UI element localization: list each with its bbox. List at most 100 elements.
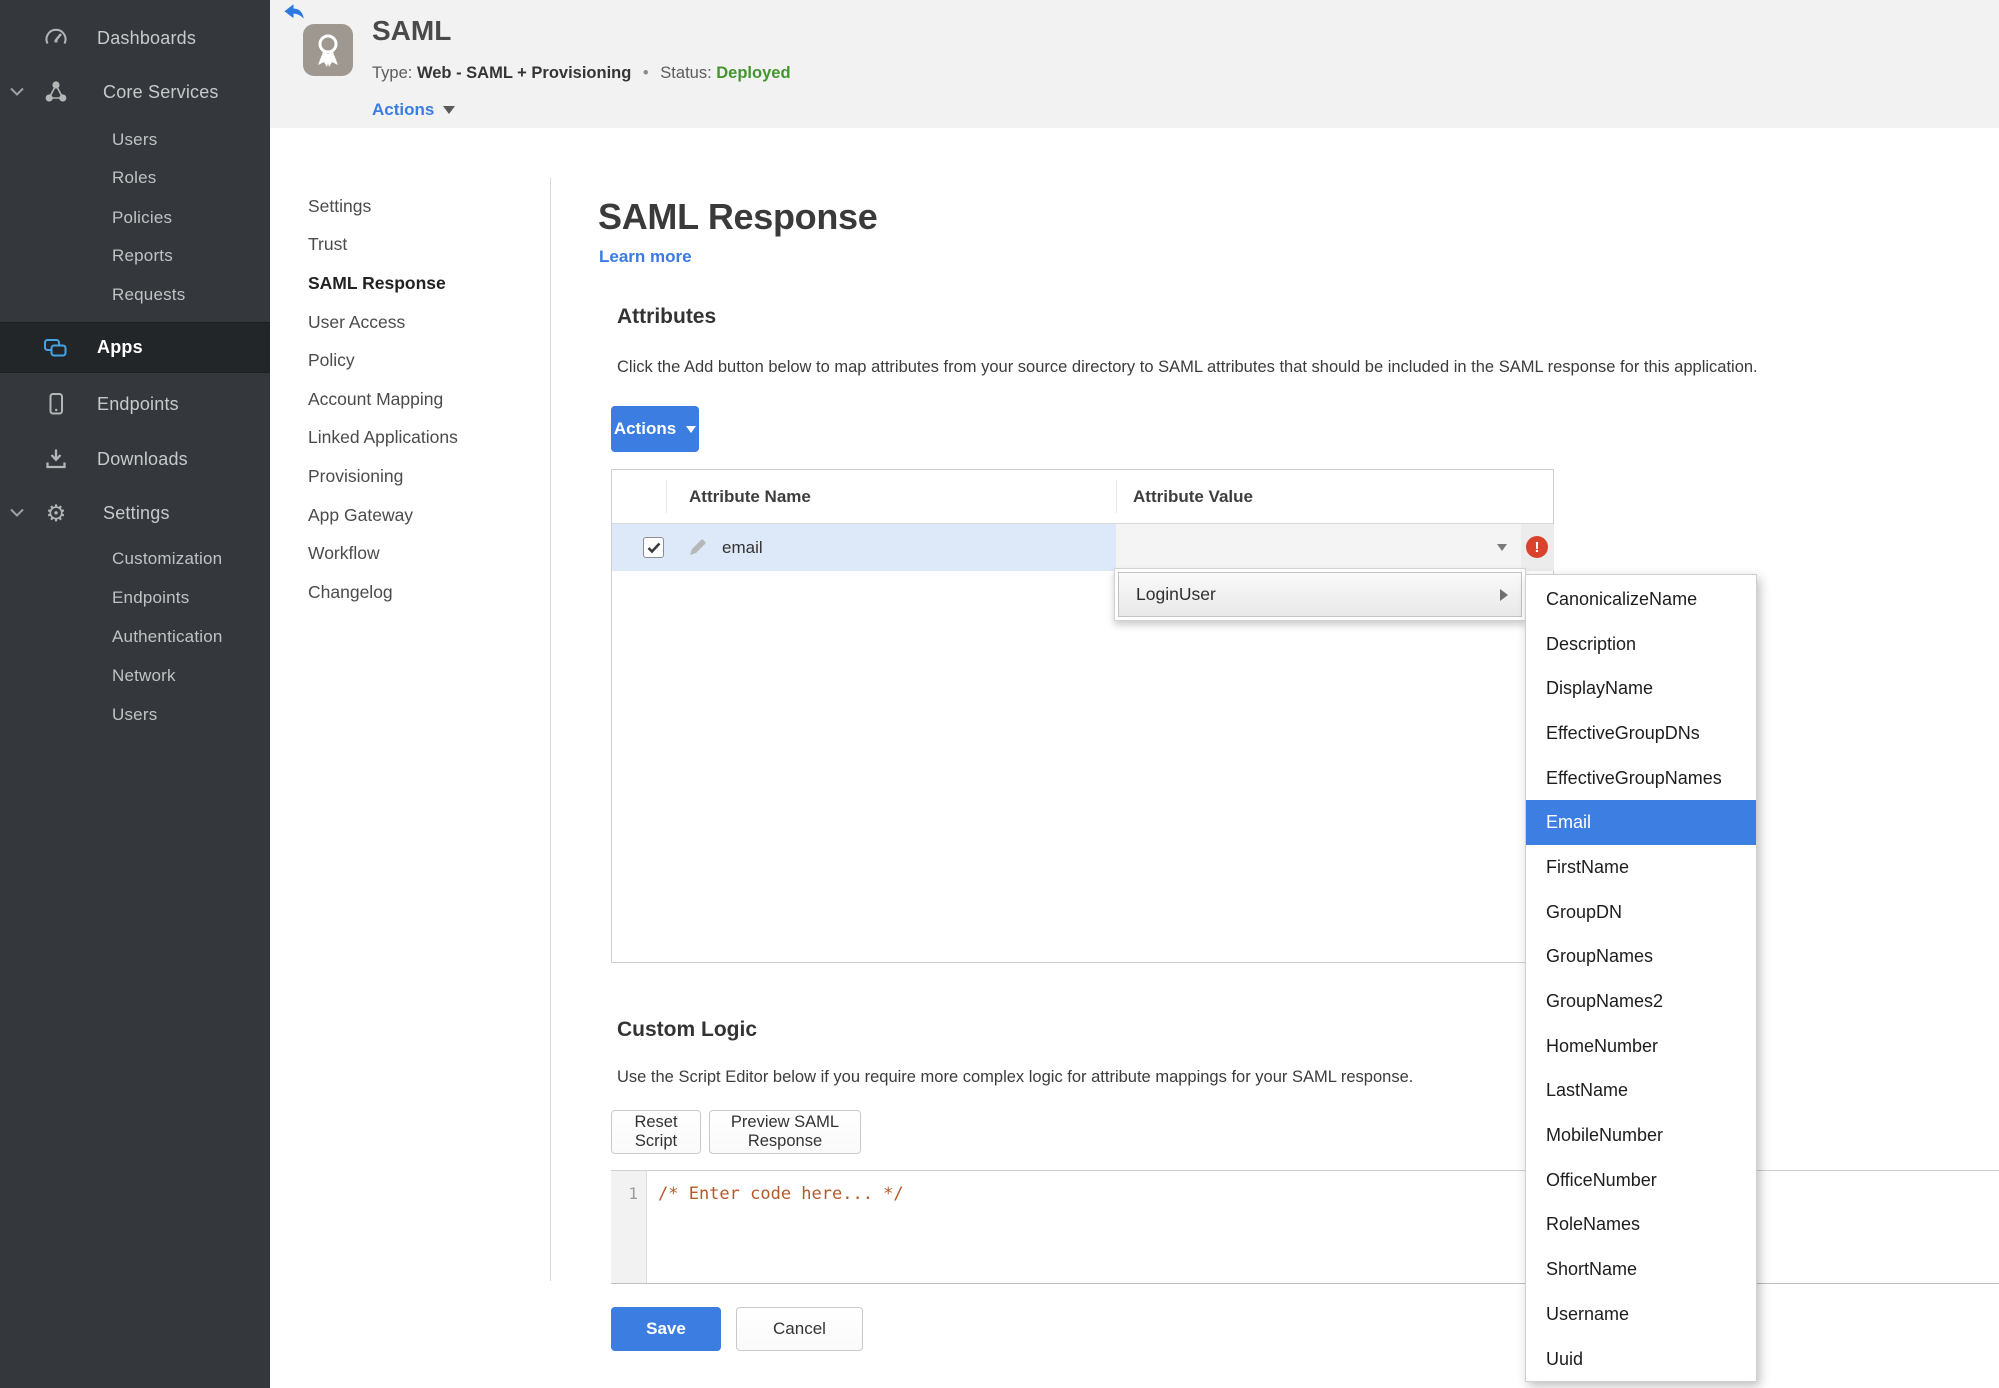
sidebar-item-label: Core Services bbox=[103, 81, 219, 102]
row-checkbox[interactable] bbox=[643, 537, 664, 558]
edit-pencil-icon[interactable] bbox=[688, 538, 707, 562]
sidebar-item-label: Customization bbox=[112, 549, 223, 568]
menu-option[interactable]: GroupNames2 bbox=[1526, 979, 1756, 1024]
sidebar-item-users-settings[interactable]: Users bbox=[0, 697, 270, 733]
menu-option[interactable]: EffectiveGroupDNs bbox=[1526, 711, 1756, 756]
back-arrow-icon[interactable] bbox=[284, 4, 306, 21]
sidebar-item-dashboards[interactable]: Dashboards bbox=[0, 20, 270, 56]
menu-option[interactable]: GroupNames bbox=[1526, 935, 1756, 980]
subnav-item[interactable]: Settings bbox=[308, 187, 538, 226]
menu-option[interactable]: EffectiveGroupNames bbox=[1526, 756, 1756, 801]
sidebar-item-policies[interactable]: Policies bbox=[0, 200, 270, 236]
column-header-attribute-name: Attribute Name bbox=[689, 486, 811, 506]
custom-logic-description: Use the Script Editor below if you requi… bbox=[617, 1068, 1414, 1086]
sidebar-item-label: Settings bbox=[103, 502, 170, 523]
subnav-item[interactable]: Workflow bbox=[308, 534, 538, 573]
header-actions-label: Actions bbox=[372, 100, 435, 119]
main-sidebar: Dashboards Core Services Users Roles Pol… bbox=[0, 0, 270, 1388]
subnav-item[interactable]: Linked Applications bbox=[308, 419, 538, 458]
app-header: SAML Type: Web - SAML + Provisioning • S… bbox=[270, 0, 1999, 128]
sidebar-item-label: Reports bbox=[112, 246, 173, 265]
sidebar-item-label: Users bbox=[112, 130, 158, 149]
attribute-options-submenu: CanonicalizeName Description DisplayName Ef… bbox=[1525, 574, 1757, 1382]
type-label: Type: bbox=[372, 64, 413, 82]
meta-separator: • bbox=[642, 64, 649, 82]
value-dropdown-menu: LoginUser bbox=[1114, 568, 1526, 621]
preview-saml-response-button[interactable]: Preview SAML Response bbox=[709, 1110, 861, 1154]
subnav-item[interactable]: Policy bbox=[308, 341, 538, 380]
reset-script-button[interactable]: Reset Script bbox=[611, 1110, 701, 1154]
subnav-item[interactable]: App Gateway bbox=[308, 496, 538, 535]
sidebar-item-customization[interactable]: Customization bbox=[0, 541, 270, 577]
sidebar-item-core-services[interactable]: Core Services bbox=[0, 74, 270, 110]
download-icon bbox=[42, 445, 70, 473]
subnav-item[interactable]: Trust bbox=[308, 226, 538, 265]
header-actions-menu[interactable]: Actions bbox=[372, 100, 456, 120]
menu-option[interactable]: GroupDN bbox=[1526, 890, 1756, 935]
app-title: SAML bbox=[372, 15, 452, 46]
sidebar-item-network[interactable]: Network bbox=[0, 658, 270, 694]
sidebar-item-downloads[interactable]: Downloads bbox=[0, 441, 270, 477]
editor-code[interactable]: /* Enter code here... */ bbox=[658, 1184, 904, 1204]
attribute-value-dropdown[interactable] bbox=[1116, 524, 1521, 571]
status-badge: Deployed bbox=[716, 64, 791, 82]
subnav-item[interactable]: Provisioning bbox=[308, 457, 538, 496]
menu-option[interactable]: HomeNumber bbox=[1526, 1024, 1756, 1069]
sidebar-item-users[interactable]: Users bbox=[0, 122, 270, 158]
menu-option[interactable]: DisplayName bbox=[1526, 666, 1756, 711]
sidebar-item-authentication[interactable]: Authentication bbox=[0, 619, 270, 655]
attributes-heading: Attributes bbox=[617, 305, 717, 328]
sidebar-item-label: Endpoints bbox=[112, 588, 190, 607]
menu-option[interactable]: CanonicalizeName bbox=[1526, 577, 1756, 622]
sidebar-item-label: Endpoints bbox=[97, 393, 179, 414]
sidebar-item-apps[interactable]: Apps bbox=[0, 322, 270, 373]
sidebar-item-label: Requests bbox=[112, 285, 186, 304]
chevron-right-icon bbox=[1500, 588, 1508, 601]
cancel-button[interactable]: Cancel bbox=[736, 1307, 863, 1351]
subnav-item[interactable]: Account Mapping bbox=[308, 380, 538, 419]
script-editor[interactable]: 1 /* Enter code here... */ bbox=[611, 1170, 1999, 1284]
menu-option[interactable]: FirstName bbox=[1526, 845, 1756, 890]
sidebar-item-label: Downloads bbox=[97, 448, 188, 469]
menu-option[interactable]: Uuid bbox=[1526, 1337, 1756, 1382]
dashboard-gauge-icon bbox=[42, 24, 70, 52]
menu-option[interactable]: Username bbox=[1526, 1292, 1756, 1337]
attributes-actions-button[interactable]: Actions bbox=[611, 406, 699, 452]
chevron-down-icon bbox=[10, 504, 24, 522]
save-button-label: Save bbox=[646, 1319, 686, 1338]
sidebar-item-label: Authentication bbox=[112, 627, 223, 646]
error-cell: ! bbox=[1521, 524, 1554, 571]
menu-option[interactable]: Email bbox=[1526, 800, 1756, 846]
menu-option[interactable]: ShortName bbox=[1526, 1247, 1756, 1292]
subnav-item[interactable]: User Access bbox=[308, 303, 538, 342]
sidebar-item-reports[interactable]: Reports bbox=[0, 238, 270, 274]
actions-button-label: Actions bbox=[613, 419, 677, 438]
sidebar-item-settings[interactable]: ⚙ Settings bbox=[0, 495, 270, 531]
attributes-table: Attribute Name Attribute Value email ! bbox=[611, 469, 1554, 963]
core-services-icon bbox=[42, 78, 70, 106]
subnav-item[interactable]: Changelog bbox=[308, 573, 538, 612]
subnav-item[interactable]: SAML Response bbox=[308, 264, 538, 303]
menu-option[interactable]: RoleNames bbox=[1526, 1203, 1756, 1248]
menu-option[interactable]: MobileNumber bbox=[1526, 1113, 1756, 1158]
menu-option[interactable]: Description bbox=[1526, 622, 1756, 667]
menu-option[interactable]: OfficeNumber bbox=[1526, 1158, 1756, 1203]
table-header-row: Attribute Name Attribute Value bbox=[612, 470, 1553, 524]
table-row[interactable]: email ! bbox=[612, 524, 1554, 571]
sidebar-item-endpoints-settings[interactable]: Endpoints bbox=[0, 580, 270, 616]
sidebar-item-label: Users bbox=[112, 705, 158, 724]
save-button[interactable]: Save bbox=[611, 1307, 721, 1351]
sidebar-item-requests[interactable]: Requests bbox=[0, 277, 270, 313]
custom-logic-heading: Custom Logic bbox=[617, 1018, 757, 1041]
menu-item-loginuser[interactable]: LoginUser bbox=[1118, 572, 1522, 617]
menu-option[interactable]: LastName bbox=[1526, 1069, 1756, 1114]
chevron-down-icon bbox=[443, 106, 456, 114]
app-meta-line: Type: Web - SAML + Provisioning • Status… bbox=[372, 64, 791, 83]
sidebar-item-roles[interactable]: Roles bbox=[0, 160, 270, 196]
learn-more-link[interactable]: Learn more bbox=[599, 247, 692, 267]
menu-item-label: LoginUser bbox=[1136, 584, 1216, 604]
sidebar-item-label: Network bbox=[112, 666, 176, 685]
attributes-description: Click the Add button below to map attrib… bbox=[617, 358, 1758, 376]
chevron-down-icon bbox=[1497, 544, 1507, 551]
sidebar-item-endpoints[interactable]: Endpoints bbox=[0, 386, 270, 422]
